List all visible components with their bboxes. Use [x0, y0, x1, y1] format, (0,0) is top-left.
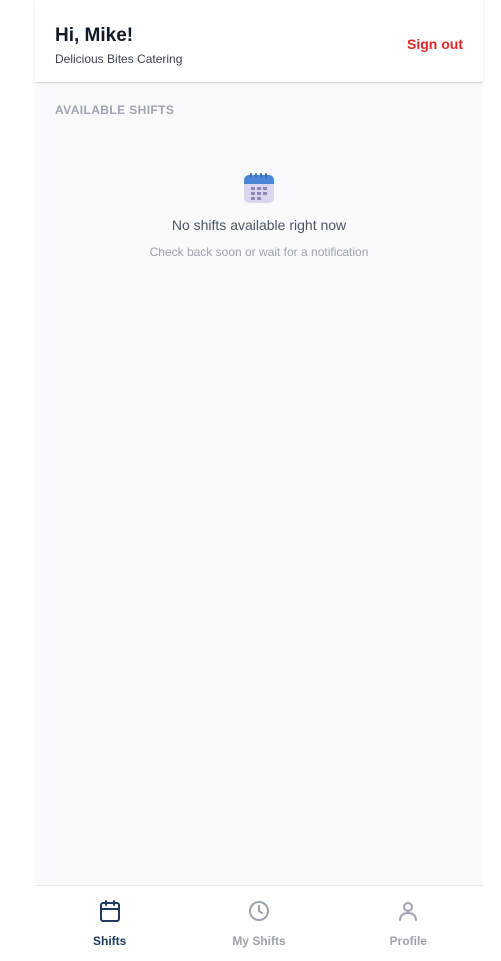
tab-label: My Shifts: [232, 934, 286, 948]
greeting: Hi, Mike!: [55, 25, 134, 46]
tab-label: Profile: [389, 934, 427, 948]
tab-label: Shifts: [92, 934, 127, 948]
empty-state: No shifts available right now Check back…: [35, 172, 483, 259]
bottom-tab-bar: Shifts My Shifts Profile: [35, 885, 483, 961]
tab-profile[interactable]: Profile: [334, 886, 483, 961]
user-icon: [396, 899, 420, 928]
calendar-icon: [243, 172, 275, 204]
tab-my-shifts[interactable]: My Shifts: [184, 886, 333, 961]
section-title: AVAILABLE SHIFTS: [55, 103, 175, 117]
empty-state-subtitle: Check back soon or wait for a notificati…: [149, 245, 369, 259]
calendar-icon: [98, 899, 122, 928]
header: Hi, Mike! Delicious Bites Catering Sign …: [35, 0, 483, 82]
sign-out-button[interactable]: Sign out: [407, 36, 463, 52]
company-name: Delicious Bites Catering: [55, 52, 183, 66]
empty-state-title: No shifts available right now: [171, 217, 347, 233]
tab-shifts[interactable]: Shifts: [35, 886, 184, 961]
clock-icon: [247, 899, 271, 928]
app-shell: Hi, Mike! Delicious Bites Catering Sign …: [35, 0, 483, 961]
